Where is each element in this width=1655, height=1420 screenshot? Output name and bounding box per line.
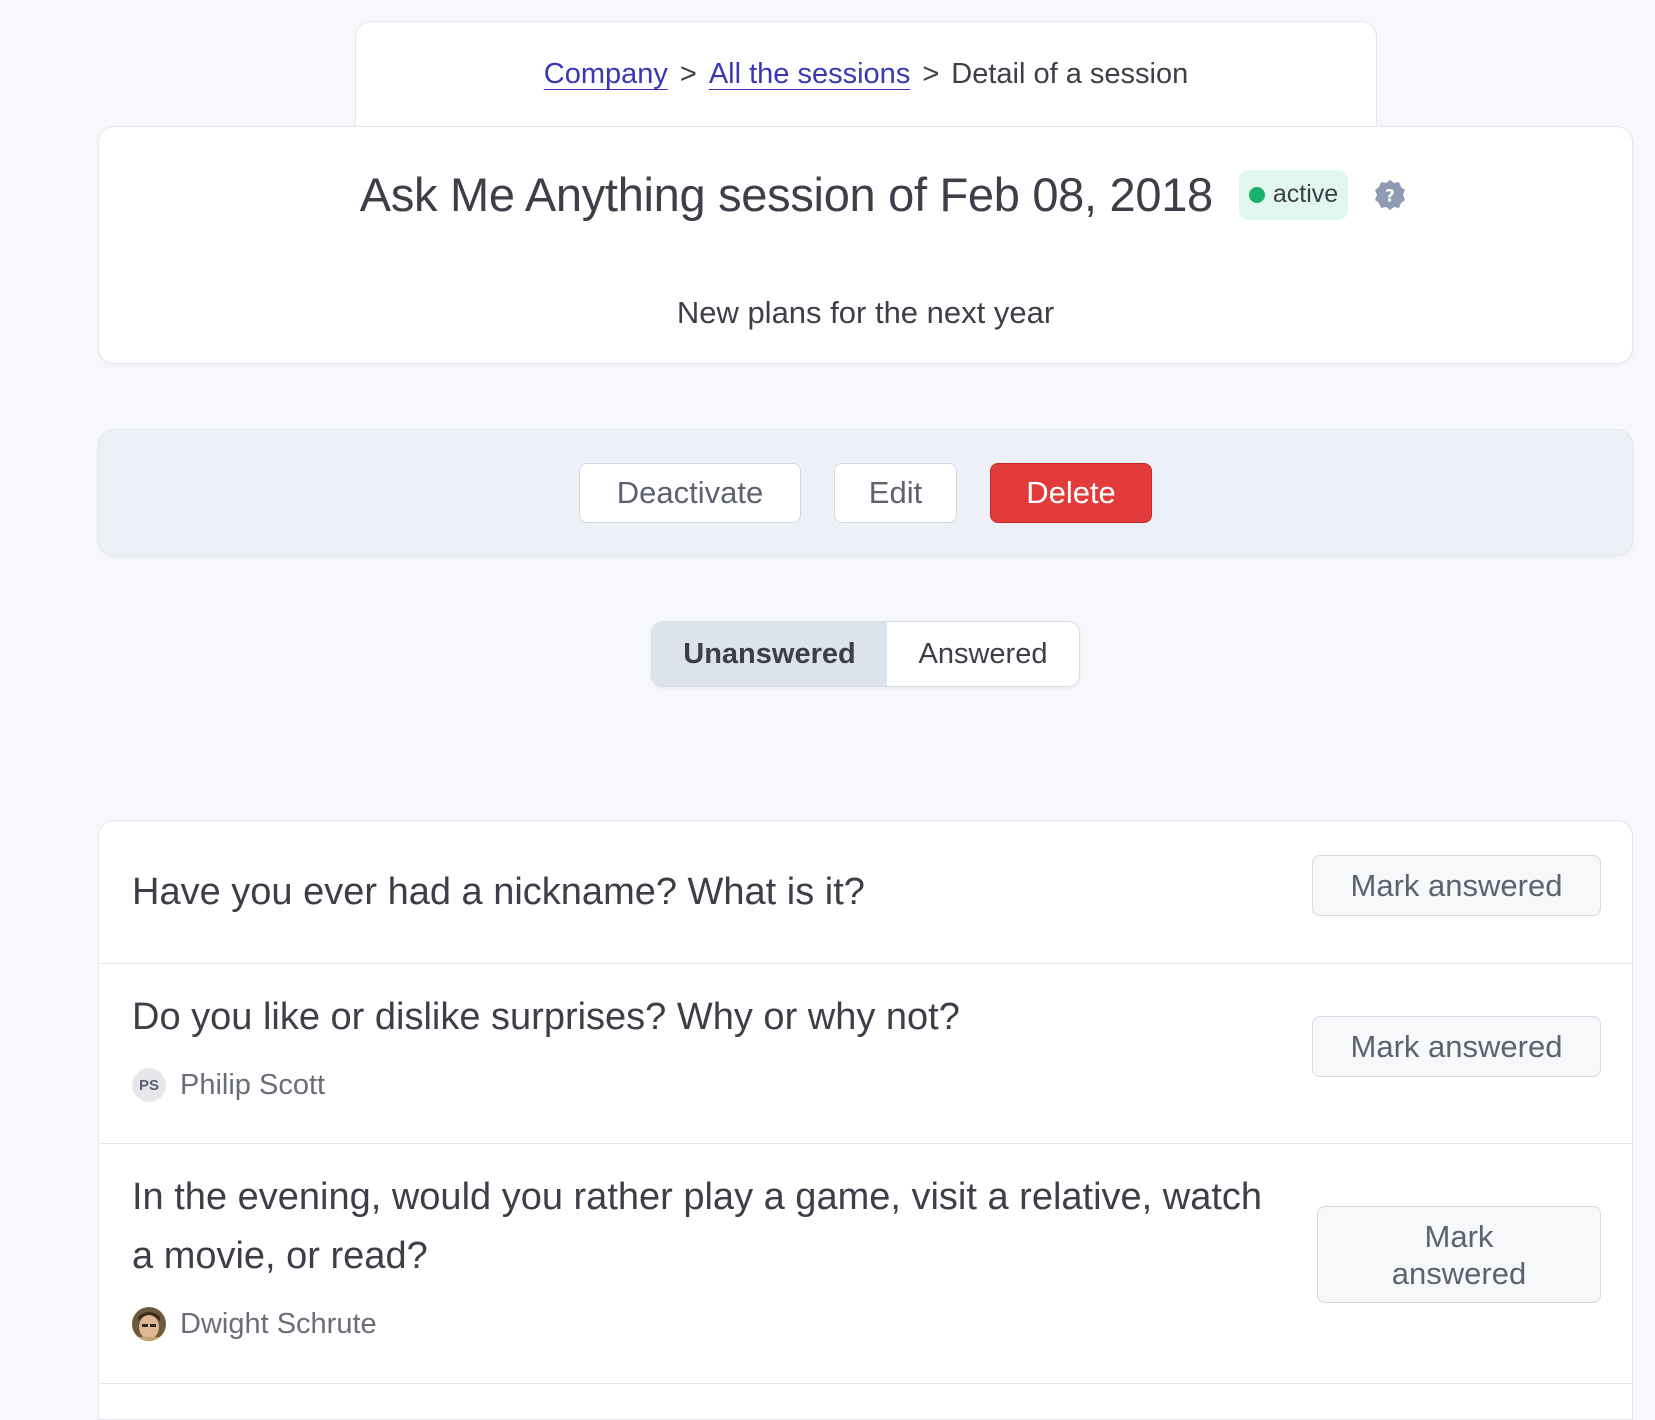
- mark-answered-button[interactable]: Mark answered: [1317, 1206, 1601, 1303]
- session-subtitle: New plans for the next year: [676, 295, 1055, 330]
- status-dot-icon: [1248, 186, 1265, 203]
- question-text: In the evening, would you rather play a …: [132, 1168, 1262, 1286]
- deactivate-button[interactable]: Deactivate: [579, 462, 801, 523]
- actions-toolbar: Deactivate Edit Delete: [98, 429, 1633, 556]
- session-title-row: Ask Me Anything session of Feb 08, 2018 …: [99, 167, 1632, 222]
- mark-answered-button[interactable]: Mark answered: [1312, 855, 1601, 916]
- mark-answered-label-line: answered: [1391, 1255, 1527, 1291]
- avatar: PS: [132, 1068, 166, 1102]
- tab-answered[interactable]: Answered: [887, 622, 1079, 686]
- question-text-line: In the evening, would you rather play a …: [132, 1176, 1263, 1218]
- svg-text:?: ?: [1385, 186, 1395, 206]
- question-author: Dwight Schrute: [132, 1307, 377, 1341]
- question-text: Have you ever had a nickname? What is it…: [132, 871, 865, 913]
- mark-answered-label-line: Mark: [1424, 1218, 1494, 1254]
- status-badge: active: [1238, 169, 1349, 220]
- breadcrumb-separator: >: [679, 58, 697, 90]
- session-header-card: Ask Me Anything session of Feb 08, 2018 …: [98, 126, 1633, 364]
- question-text: Do you like or dislike surprises? Why or…: [132, 996, 960, 1038]
- breadcrumb-separator: >: [922, 58, 940, 90]
- question-author: PS Philip Scott: [132, 1068, 325, 1102]
- questions-list: Have you ever had a nickname? What is it…: [98, 820, 1633, 1420]
- list-item: Do you like or dislike surprises? Why or…: [99, 964, 1632, 1144]
- question-filter-tabs: Unanswered Answered: [651, 621, 1080, 687]
- list-item: In the evening, would you rather play a …: [99, 1144, 1632, 1384]
- edit-button[interactable]: Edit: [834, 462, 957, 523]
- tab-unanswered[interactable]: Unanswered: [652, 622, 887, 686]
- question-text-line: a movie, or read?: [132, 1235, 428, 1277]
- breadcrumb-link-company[interactable]: Company: [544, 58, 668, 131]
- delete-button[interactable]: Delete: [990, 462, 1152, 523]
- page-title: Ask Me Anything session of Feb 08, 2018: [359, 168, 1213, 221]
- breadcrumb-link-all-sessions[interactable]: All the sessions: [709, 58, 911, 131]
- breadcrumb: Company > All the sessions > Detail of a…: [355, 21, 1377, 131]
- mark-answered-button[interactable]: Mark answered: [1312, 1016, 1601, 1077]
- question-badge-icon[interactable]: ?: [1374, 179, 1406, 211]
- breadcrumb-current: Detail of a session: [951, 58, 1189, 90]
- status-label: active: [1272, 180, 1339, 208]
- avatar: [132, 1307, 166, 1341]
- author-name: Philip Scott: [180, 1068, 326, 1101]
- author-name: Dwight Schrute: [180, 1307, 377, 1340]
- list-item: Have you ever had a nickname? What is it…: [99, 821, 1632, 964]
